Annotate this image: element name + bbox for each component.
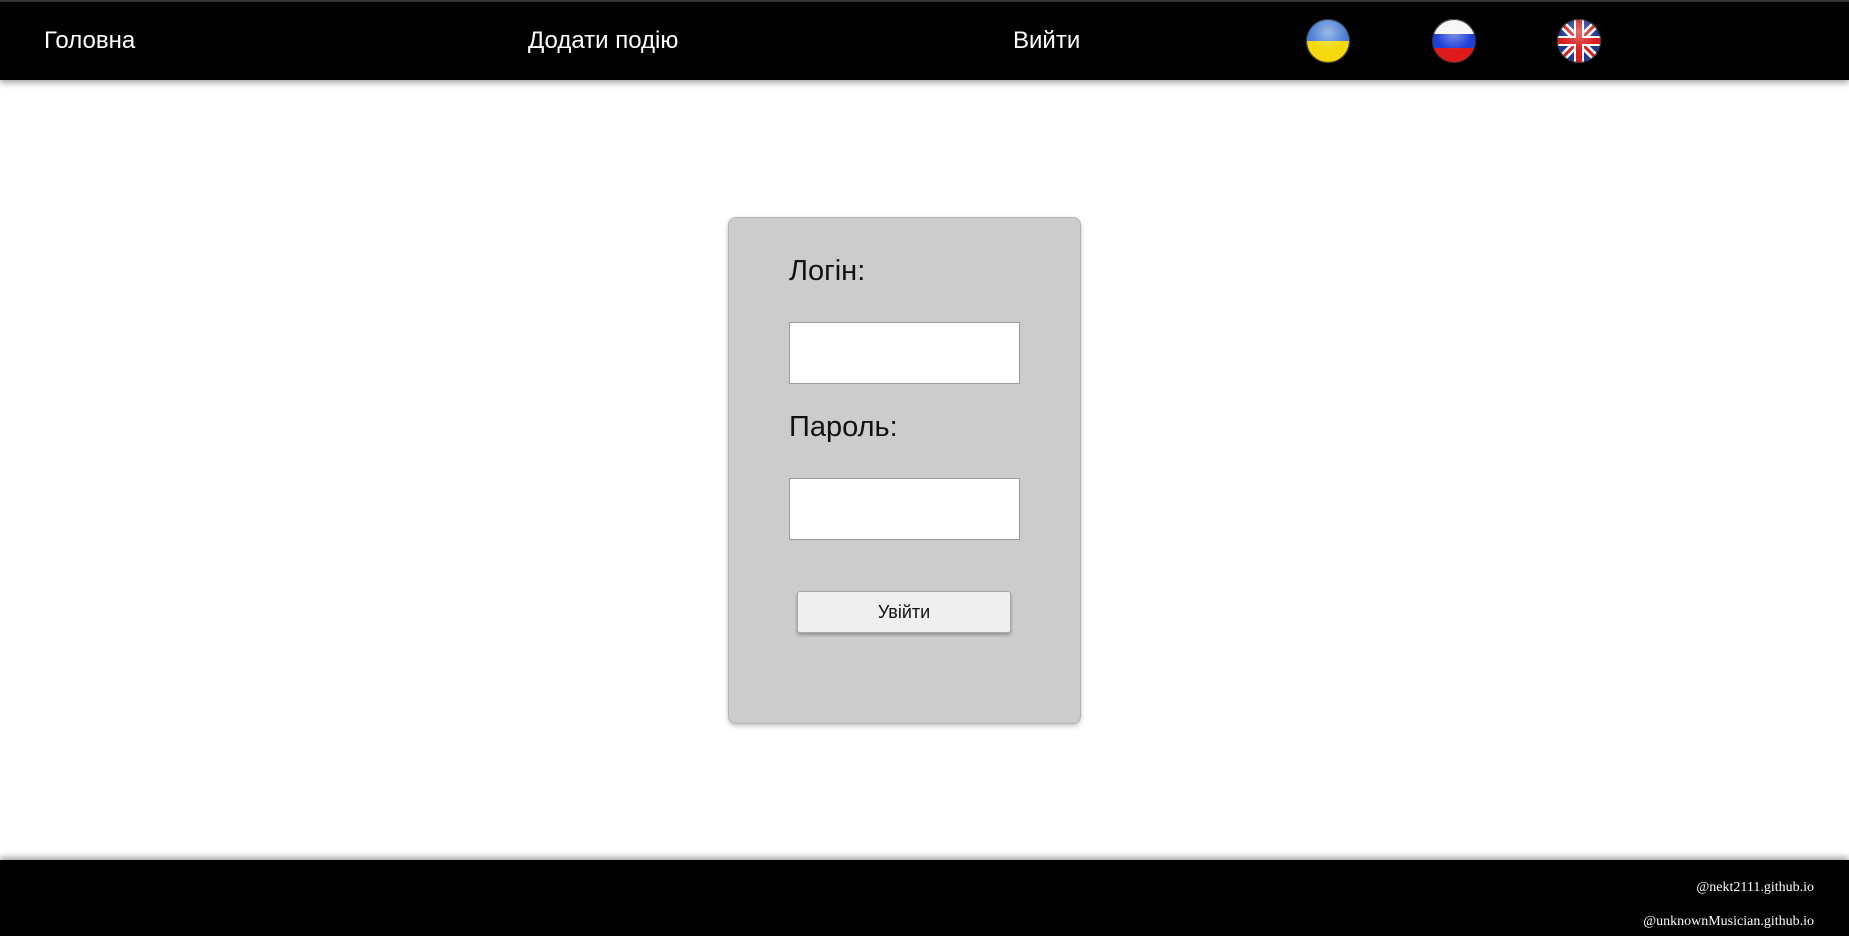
uk-flag-icon[interactable] — [1557, 19, 1601, 63]
footer-link-unknownmusician[interactable]: @unknownMusician.github.io — [1643, 914, 1814, 930]
footer: @nekt2111.github.io @unknownMusician.git… — [0, 860, 1849, 936]
login-label: Логін: — [789, 255, 866, 287]
footer-link-nekt2111[interactable]: @nekt2111.github.io — [1696, 880, 1814, 896]
ukraine-flag-icon[interactable] — [1306, 19, 1350, 63]
password-input[interactable] — [789, 478, 1020, 540]
password-label: Пароль: — [789, 411, 898, 443]
login-form: Логін: Пароль: Увійти — [728, 217, 1081, 724]
nav-add-event-link[interactable]: Додати подію — [528, 26, 678, 56]
russia-flag-icon[interactable] — [1432, 19, 1476, 63]
top-navigation-bar: Головна Додати подію Вийти — [0, 0, 1849, 80]
login-input[interactable] — [789, 322, 1020, 384]
nav-home-link[interactable]: Головна — [44, 26, 135, 56]
nav-logout-link[interactable]: Вийти — [1013, 26, 1080, 56]
login-submit-button[interactable]: Увійти — [797, 591, 1011, 633]
